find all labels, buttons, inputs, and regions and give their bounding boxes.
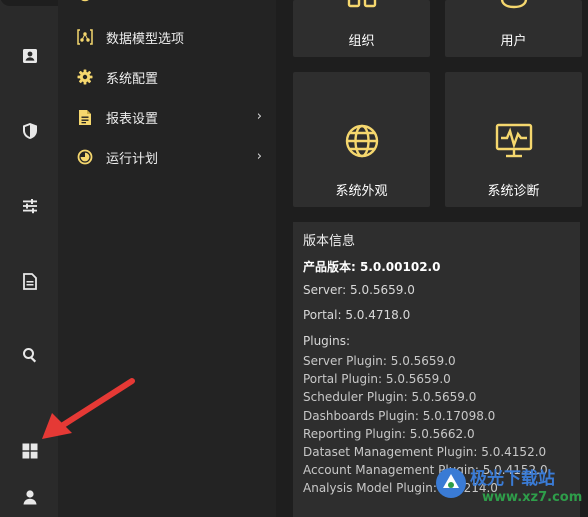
server-version: Server: 5.0.5659.0 — [303, 283, 415, 297]
monitor-pulse-icon — [495, 123, 533, 163]
tile-label: 系统外观 — [335, 184, 388, 199]
chevron-right-icon: › — [256, 109, 262, 124]
watermark-logo-icon — [436, 468, 466, 498]
menu-item-report-settings[interactable]: 报表设置 › — [76, 102, 272, 132]
tile-label: 系统诊断 — [487, 184, 540, 199]
watermark: 极光下载站 www.xz7.com — [434, 462, 584, 514]
rail-active-tab — [0, 0, 58, 6]
report-icon — [76, 108, 94, 126]
chevron-right-icon: › — [256, 149, 262, 164]
annotation-arrow — [30, 375, 140, 451]
globe-icon — [344, 123, 380, 163]
user-icon[interactable] — [17, 484, 43, 510]
menu-item-system-config[interactable]: 系统配置 — [76, 62, 272, 92]
schedule-icon — [76, 148, 94, 166]
organization-icon — [347, 0, 377, 13]
menu-item-data-model-options[interactable]: 数据模型选项 — [76, 22, 272, 52]
plugin-item: Dataset Management Plugin: 5.0.4152.0 — [303, 445, 547, 460]
plugin-item: Scheduler Plugin: 5.0.5659.0 — [303, 390, 477, 405]
portal-version: Portal: 5.0.4718.0 — [303, 308, 411, 322]
menu-item-label: 数据模型选项 — [106, 31, 185, 47]
tile-label: 组织 — [348, 34, 375, 49]
menu-item-label: 运行计划 — [106, 151, 159, 167]
gear-icon — [76, 68, 94, 86]
plugin-item: Dashboards Plugin: 5.0.17098.0 — [303, 408, 496, 423]
menu-item-run-schedule[interactable]: 运行计划 › — [76, 142, 272, 172]
watermark-url: www.xz7.com — [482, 490, 583, 505]
tile-organization[interactable]: 组织 — [293, 0, 430, 57]
menu-item-partial — [78, 0, 158, 4]
user-icon — [500, 0, 528, 15]
tile-user[interactable]: 用户 — [445, 0, 582, 57]
menu-item-label: 报表设置 — [106, 111, 159, 127]
plugin-item: Server Plugin: 5.0.5659.0 — [303, 354, 456, 368]
product-version: 产品版本: 5.0.00102.0 — [303, 260, 441, 274]
watermark-text: 极光下载站 — [470, 469, 555, 489]
search-icon[interactable] — [17, 342, 43, 368]
tile-system-diagnostics[interactable]: 系统诊断 — [445, 72, 582, 207]
version-title: 版本信息 — [303, 234, 356, 249]
menu-item-label: 系统配置 — [106, 71, 159, 87]
data-model-icon — [76, 28, 94, 46]
plugin-item: Portal Plugin: 5.0.5659.0 — [303, 372, 451, 387]
plugin-item: Reporting Plugin: 5.0.5662.0 — [303, 426, 475, 441]
tile-system-appearance[interactable]: 系统外观 — [293, 72, 430, 207]
tile-label: 用户 — [500, 34, 527, 49]
document-icon[interactable] — [17, 268, 43, 294]
contact-card-icon[interactable] — [17, 43, 43, 69]
shield-icon[interactable] — [17, 118, 43, 144]
sliders-icon[interactable] — [17, 193, 43, 219]
plugins-label: Plugins: — [303, 334, 351, 348]
